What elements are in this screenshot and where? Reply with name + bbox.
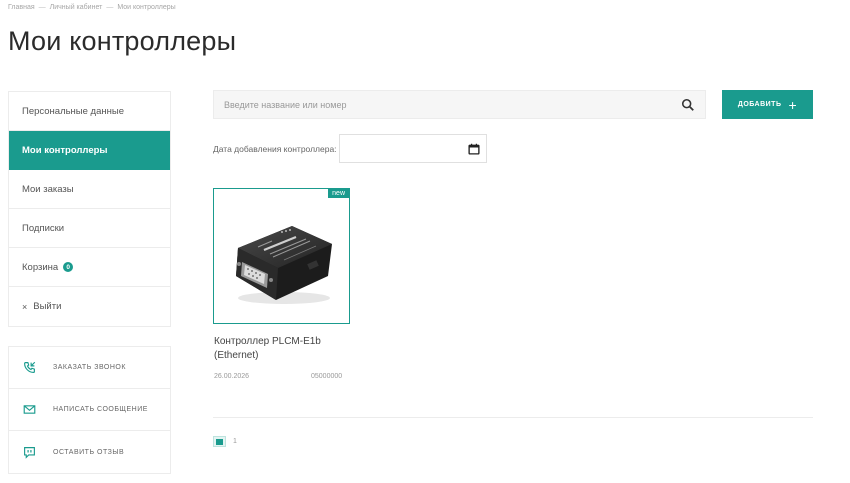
breadcrumb-separator: — [106,4,114,11]
page-number[interactable]: 1 [233,438,237,445]
sidebar-item-cart[interactable]: Корзина 0 [9,248,170,287]
product-image [236,226,332,304]
mail-icon [23,403,36,416]
search-icon[interactable] [681,98,695,112]
date-filter-label: Дата добавления контроллера: [213,143,337,154]
search-bar [213,90,706,119]
sidebar-item-personal-data[interactable]: Персональные данные [9,92,170,131]
plus-icon: + [788,96,798,113]
cart-count-badge: 0 [63,262,74,272]
sidebar-item-label: Корзина [22,261,59,273]
contact-item-label: ЗАКАЗАТЬ ЗВОНОК [53,364,126,371]
breadcrumb-separator: — [38,4,46,11]
sidebar-item-my-orders[interactable]: Мои заказы [9,170,170,209]
leave-review-button[interactable]: ОСТАВИТЬ ОТЗЫВ [9,431,170,473]
breadcrumb-current: Мои контроллеры [117,4,176,11]
close-icon: × [22,301,28,312]
product-name[interactable]: Контроллер PLCM-E1b (Ethernet) [214,335,354,363]
phone-callback-icon [23,361,36,374]
page-title: Мои контроллеры [8,26,237,56]
sidebar-item-label: Выйти [33,301,62,312]
pagination: 1 [213,436,237,447]
sidebar-item-label: Персональные данные [22,105,124,117]
sidebar-item-label: Подписки [22,222,65,234]
write-message-button[interactable]: НАПИСАТЬ СООБЩЕНИЕ [9,389,170,431]
product-card[interactable]: new [213,188,350,324]
breadcrumb-home[interactable]: Главная [8,4,35,11]
sidebar-item-my-controllers[interactable]: Мои контроллеры [9,131,170,170]
add-button-label: ДОБАВИТЬ [737,101,782,108]
product-number: 05000000 [311,373,343,380]
review-icon [23,446,36,459]
date-filter: Дата добавления контроллера: [213,134,487,163]
contact-item-label: НАПИСАТЬ СООБЩЕНИЕ [53,406,148,413]
order-call-button[interactable]: ЗАКАЗАТЬ ЗВОНОК [9,347,170,389]
search-input[interactable] [214,99,681,110]
sidebar: Персональные данные Мои контроллеры Мои … [8,91,171,327]
contact-actions: ЗАКАЗАТЬ ЗВОНОК НАПИСАТЬ СООБЩЕНИЕ ОСТАВ… [8,346,171,474]
sidebar-item-logout[interactable]: × Выйти [9,287,170,326]
product-date: 26.00.2026 [214,373,250,380]
contact-item-label: ОСТАВИТЬ ОТЗЫВ [53,448,125,456]
page-marker-icon[interactable] [213,436,226,447]
calendar-icon[interactable] [467,143,480,155]
new-badge: new [328,189,349,198]
sidebar-item-label: Мои заказы [22,183,74,195]
date-filter-input[interactable] [338,134,487,163]
breadcrumb: Главная — Личный кабинет — Мои контролле… [8,4,176,11]
breadcrumb-account[interactable]: Личный кабинет [50,4,103,11]
sidebar-item-subscriptions[interactable]: Подписки [9,209,170,248]
divider [213,417,813,418]
sidebar-item-label: Мои контроллеры [22,145,108,156]
add-controller-button[interactable]: ДОБАВИТЬ + [722,90,813,119]
